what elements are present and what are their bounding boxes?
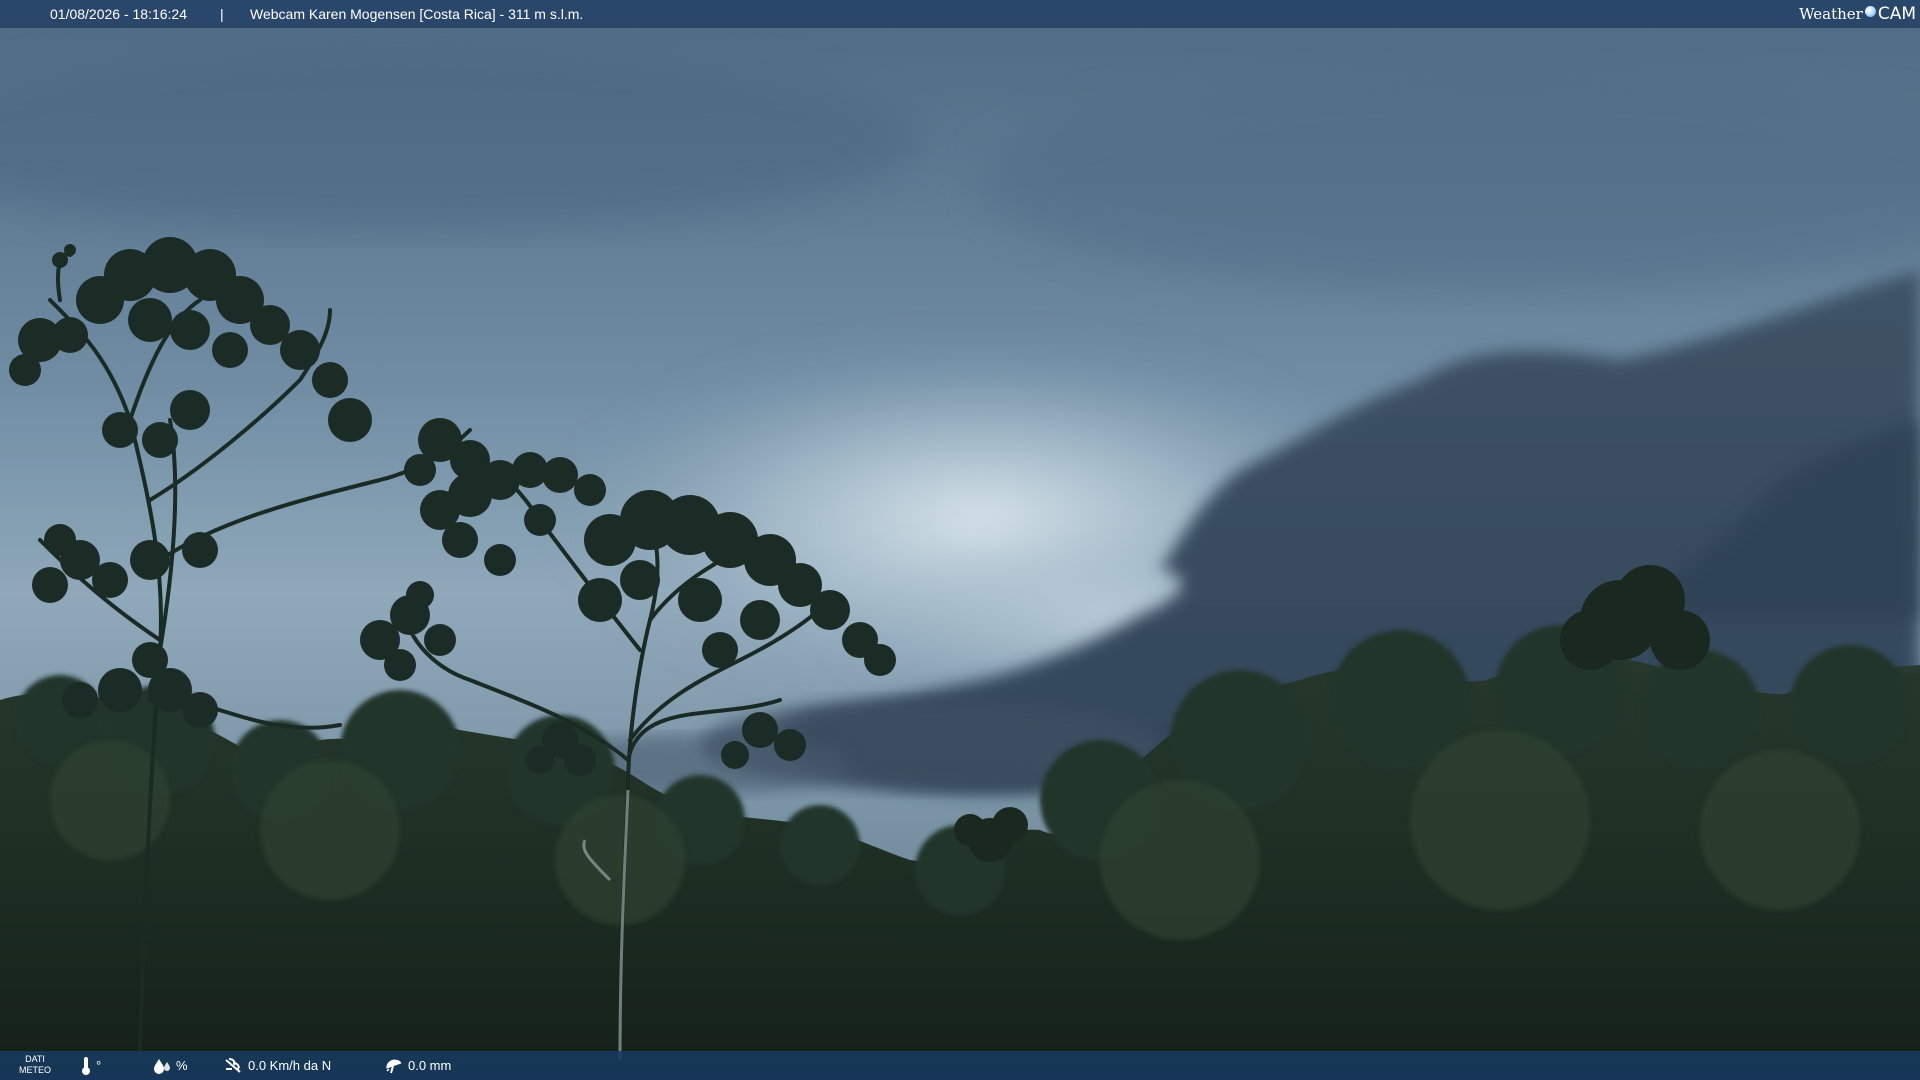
rain-value: 0.0 mm [408,1058,452,1073]
logo-weather-text: Weather [1799,5,1863,23]
wind-value: 0.0 Km/h da N [248,1058,332,1073]
meteo-label-line1: DATI [25,1054,45,1064]
globe-icon [1864,5,1876,17]
header-bar: 01/08/2026 - 18:16:24 | Webcam Karen Mog… [0,0,1920,28]
meteo-bar: DATI METEO ° % 0.0 Km/h da N 0.0 mm [0,1051,1920,1080]
logo-cam-text: CAM [1877,4,1916,24]
humidity-value: % [176,1058,188,1073]
weathercam-logo[interactable]: Weather CAM [1799,0,1916,28]
rain-reading: 0.0 mm [384,1051,451,1080]
wind-icon [225,1057,241,1073]
water-drops-icon [154,1058,170,1074]
webcam-image [0,0,1920,1080]
thermometer-icon [82,1056,90,1075]
meteo-label: DATI METEO [18,1054,52,1076]
header-separator: | [220,6,224,22]
meteo-label-line2: METEO [18,1065,51,1075]
temperature-reading: ° [80,1051,101,1080]
wind-reading: 0.0 Km/h da N [224,1051,331,1080]
umbrella-icon [386,1059,402,1073]
timestamp: 01/08/2026 - 18:16:24 [50,6,188,22]
temperature-value: ° [96,1058,102,1073]
webcam-title: Webcam Karen Mogensen [Costa Rica] - 311… [250,6,584,22]
humidity-reading: % [152,1051,188,1080]
